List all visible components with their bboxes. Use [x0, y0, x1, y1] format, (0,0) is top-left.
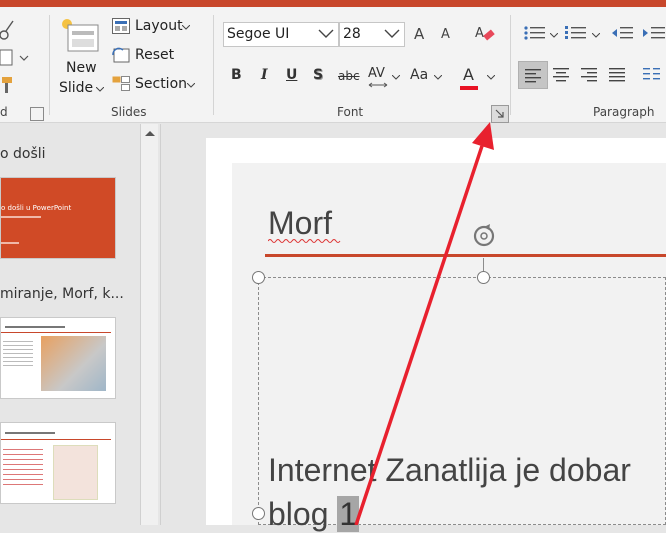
annotation-arrow: [354, 122, 494, 525]
